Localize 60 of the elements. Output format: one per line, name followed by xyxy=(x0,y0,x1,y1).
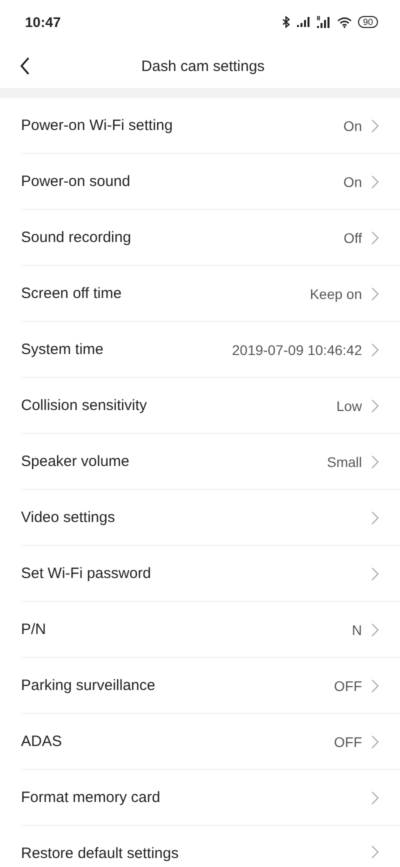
settings-row[interactable]: ADAS OFF xyxy=(21,714,400,770)
setting-label: Set Wi-Fi password xyxy=(21,565,152,582)
chevron-icon xyxy=(371,342,379,356)
setting-label: Collision sensitivity xyxy=(21,397,147,414)
setting-label: System time xyxy=(21,341,104,358)
setting-label: Video settings xyxy=(21,509,115,526)
chevron-icon xyxy=(371,174,379,188)
chevron-icon xyxy=(371,454,379,468)
chevron-icon xyxy=(371,398,379,412)
chevron-icon xyxy=(371,118,379,132)
page-title: Dash cam settings xyxy=(140,58,266,74)
setting-value: Off xyxy=(344,230,362,246)
chevron-icon xyxy=(371,510,379,524)
setting-label: Screen off time xyxy=(21,285,122,302)
setting-label: P/N xyxy=(21,621,46,638)
setting-label: Sound recording xyxy=(21,229,132,246)
bluetooth-icon xyxy=(280,16,291,28)
setting-value: N xyxy=(352,622,362,638)
wifi-icon xyxy=(336,16,352,28)
chevron-icon xyxy=(371,790,379,804)
chevron-icon xyxy=(371,734,379,748)
chevron-icon xyxy=(371,230,379,244)
chevron-icon xyxy=(371,678,379,692)
setting-value: Small xyxy=(326,454,362,470)
setting-value: On xyxy=(343,118,362,134)
setting-value: On xyxy=(343,174,362,190)
settings-row[interactable]: Screen off time Keep on xyxy=(21,266,400,322)
setting-label: Restore default settings xyxy=(21,845,179,862)
setting-label: Speaker volume xyxy=(21,453,130,470)
settings-row[interactable]: Set Wi-Fi password xyxy=(21,546,400,602)
settings-row[interactable]: Restore default settings xyxy=(21,826,400,867)
settings-row[interactable]: Sound recording Off xyxy=(21,210,400,266)
settings-row[interactable]: Collision sensitivity Low xyxy=(21,378,400,434)
setting-value: Keep on xyxy=(310,286,362,302)
settings-row[interactable]: Video settings xyxy=(21,490,400,546)
chevron-icon xyxy=(371,566,379,580)
chevron-icon xyxy=(371,845,379,859)
settings-row[interactable]: Parking surveillance OFF xyxy=(21,658,400,714)
setting-label: ADAS xyxy=(21,733,62,750)
settings-row[interactable]: P/N N xyxy=(21,602,400,658)
setting-label: Parking surveillance xyxy=(21,677,156,694)
setting-value: OFF xyxy=(334,734,362,750)
setting-label: Power-on Wi-Fi setting xyxy=(21,117,173,134)
back-button[interactable] xyxy=(18,55,32,77)
settings-row[interactable]: Power-on Wi-Fi setting On xyxy=(21,98,400,154)
settings-row[interactable]: Power-on sound On xyxy=(21,154,400,210)
signal-icon xyxy=(296,17,311,27)
settings-row[interactable]: Format memory card xyxy=(21,770,400,826)
chevron-icon xyxy=(371,622,379,636)
status-time: 10:47 xyxy=(25,14,61,30)
settings-row[interactable]: System time 2019-07-09 10:46:42 xyxy=(21,322,400,378)
setting-label: Power-on sound xyxy=(21,173,130,190)
settings-row[interactable]: Speaker volume Small xyxy=(21,434,400,490)
setting-value: OFF xyxy=(334,678,362,694)
battery-level: 90 xyxy=(358,16,378,28)
setting-label: Format memory card xyxy=(21,789,160,806)
setting-value: Low xyxy=(336,398,362,414)
chevron-icon xyxy=(371,286,379,300)
setting-value: 2019-07-09 10:46:42 xyxy=(232,342,362,358)
signal-icon xyxy=(316,16,331,28)
